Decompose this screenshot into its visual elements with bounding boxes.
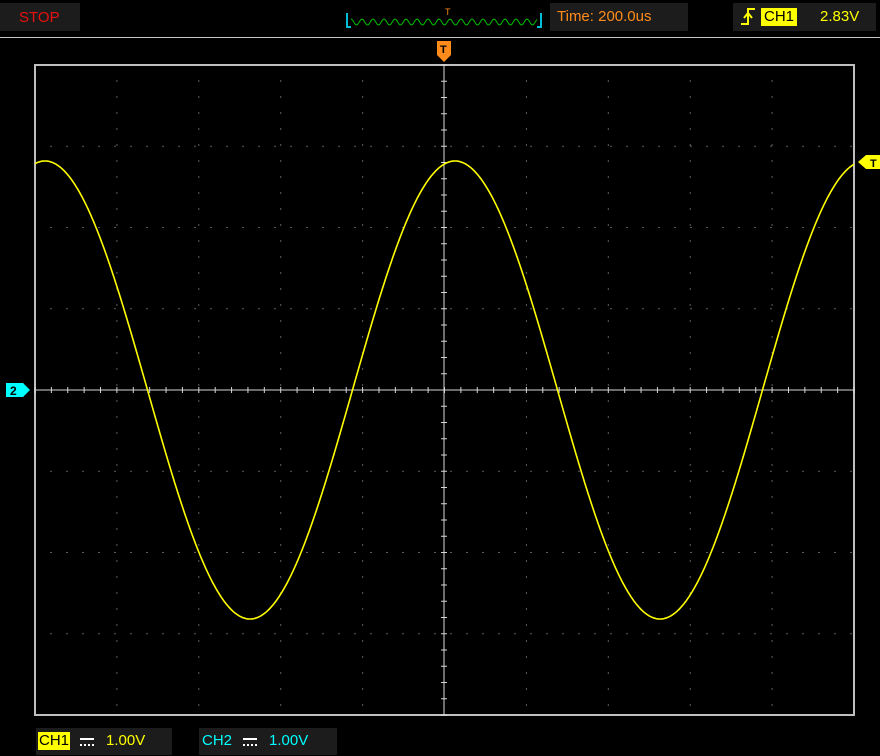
run-stop-label: STOP [19, 9, 60, 26]
trigger-position-marker[interactable]: T [437, 41, 451, 62]
toolbar-divider [0, 37, 880, 38]
ch2-ground-marker[interactable]: 2 [6, 383, 30, 398]
trigger-source: CH1 [761, 8, 798, 26]
timebase-display[interactable]: Time: 200.0us [550, 3, 688, 31]
scope-screen[interactable]: T T 2 [0, 40, 880, 730]
timebase-label: Time: 200.0us [557, 8, 652, 25]
trigger-position-label: T [440, 44, 447, 56]
memory-overview[interactable]: T [345, 5, 543, 32]
overview-waveform: T [346, 7, 542, 28]
trigger-level-label: T [870, 158, 877, 170]
overview-trigger-marker: T [445, 7, 451, 17]
trigger-settings[interactable]: CH1 2.83V [733, 3, 876, 31]
ch1-settings[interactable]: CH1 1.00V [36, 728, 172, 755]
trigger-level: 2.83V [820, 8, 860, 25]
run-stop-button[interactable]: STOP [0, 3, 80, 31]
ch2-scale: 1.00V [269, 732, 309, 749]
ch2-label: CH2 [202, 732, 233, 749]
rising-edge-icon [741, 8, 755, 25]
ch1-label: CH1 [38, 732, 71, 750]
dc-coupling-icon [80, 738, 94, 746]
dc-coupling-icon [243, 738, 257, 746]
ch2-settings[interactable]: CH2 1.00V [199, 728, 337, 755]
ch2-ground-label: 2 [10, 384, 17, 398]
top-toolbar: STOP T Time: 200.0us CH1 2.83V [0, 0, 880, 37]
trigger-level-marker[interactable]: T [858, 155, 880, 170]
ch1-scale: 1.00V [106, 732, 146, 749]
